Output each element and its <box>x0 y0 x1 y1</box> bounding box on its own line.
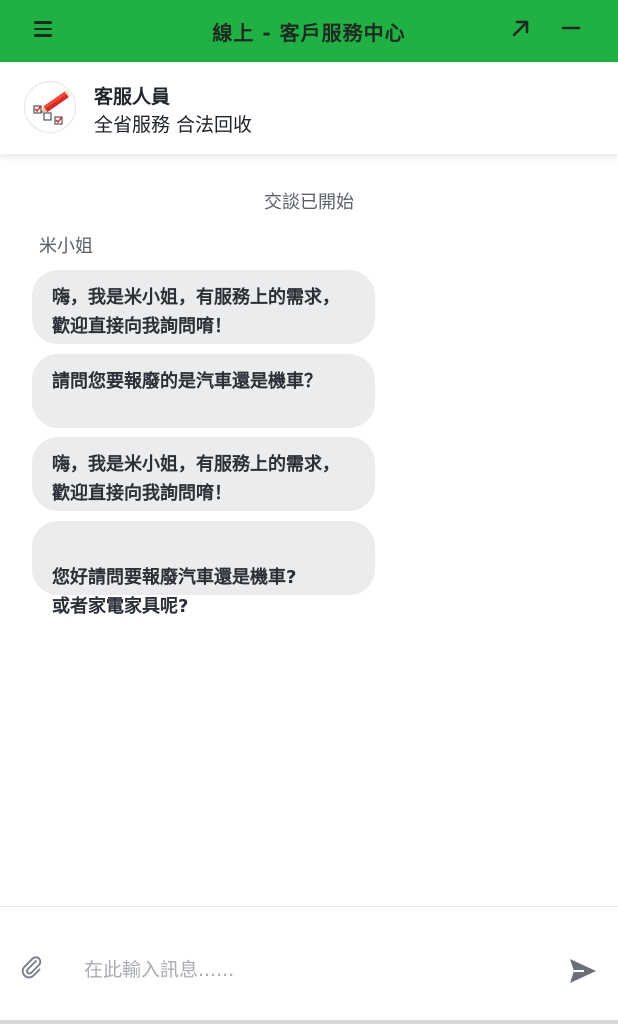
agent-header: 客服人員 全省服務 合法回收 <box>0 62 618 154</box>
message-text: 嗨，我是米小姐，有服務上的需求，歡迎直接向我詢問唷！ <box>52 287 340 337</box>
agent-subtitle: 全省服務 合法回收 <box>94 114 253 136</box>
paperclip-icon[interactable] <box>18 953 44 979</box>
title-bar: 線上 - 客戶服務中心 <box>0 0 618 62</box>
window-title: 線上 - 客戶服務中心 <box>212 20 406 45</box>
message-bubble: 請問您要報廢的是汽車還是機車？ <box>32 354 375 428</box>
message-bubble: 嗨，我是米小姐，有服務上的需求，歡迎直接向我詢問唷！ <box>32 437 375 511</box>
message-composer <box>0 906 618 1024</box>
hamburger-menu-icon[interactable] <box>34 16 60 42</box>
message-bubble: 您好請問要報廢汽車還是機車? 或者家電家具呢? <box>32 521 375 617</box>
message-input[interactable] <box>84 953 534 987</box>
bottom-divider <box>0 1020 618 1024</box>
expand-arrow-icon[interactable] <box>508 14 534 42</box>
send-icon[interactable] <box>568 957 598 985</box>
chat-widget: 線上 - 客戶服務中心 客服人員 全省服務 合法回收 交談已開始 米小姐 嗨，我… <box>0 0 618 1024</box>
minimize-icon[interactable] <box>558 14 584 42</box>
message-text: 嗨，我是米小姐，有服務上的需求，歡迎直接向我詢問唷！ <box>52 454 340 504</box>
pencil-checklist-icon <box>33 89 72 125</box>
avatar <box>24 81 76 133</box>
message-text: 請問您要報廢的是汽車還是機車？ <box>52 371 322 392</box>
sender-name: 米小姐 <box>39 236 93 257</box>
message-text: 您好請問要報廢汽車還是機車? 或者家電家具呢? <box>52 567 297 617</box>
agent-name: 客服人員 <box>94 86 171 108</box>
message-bubble: 嗨，我是米小姐，有服務上的需求，歡迎直接向我詢問唷！ <box>32 270 375 344</box>
conversation-started-notice: 交談已開始 <box>264 192 354 213</box>
message-list[interactable]: 交談已開始 米小姐 嗨，我是米小姐，有服務上的需求，歡迎直接向我詢問唷！ 請問您… <box>0 154 618 906</box>
